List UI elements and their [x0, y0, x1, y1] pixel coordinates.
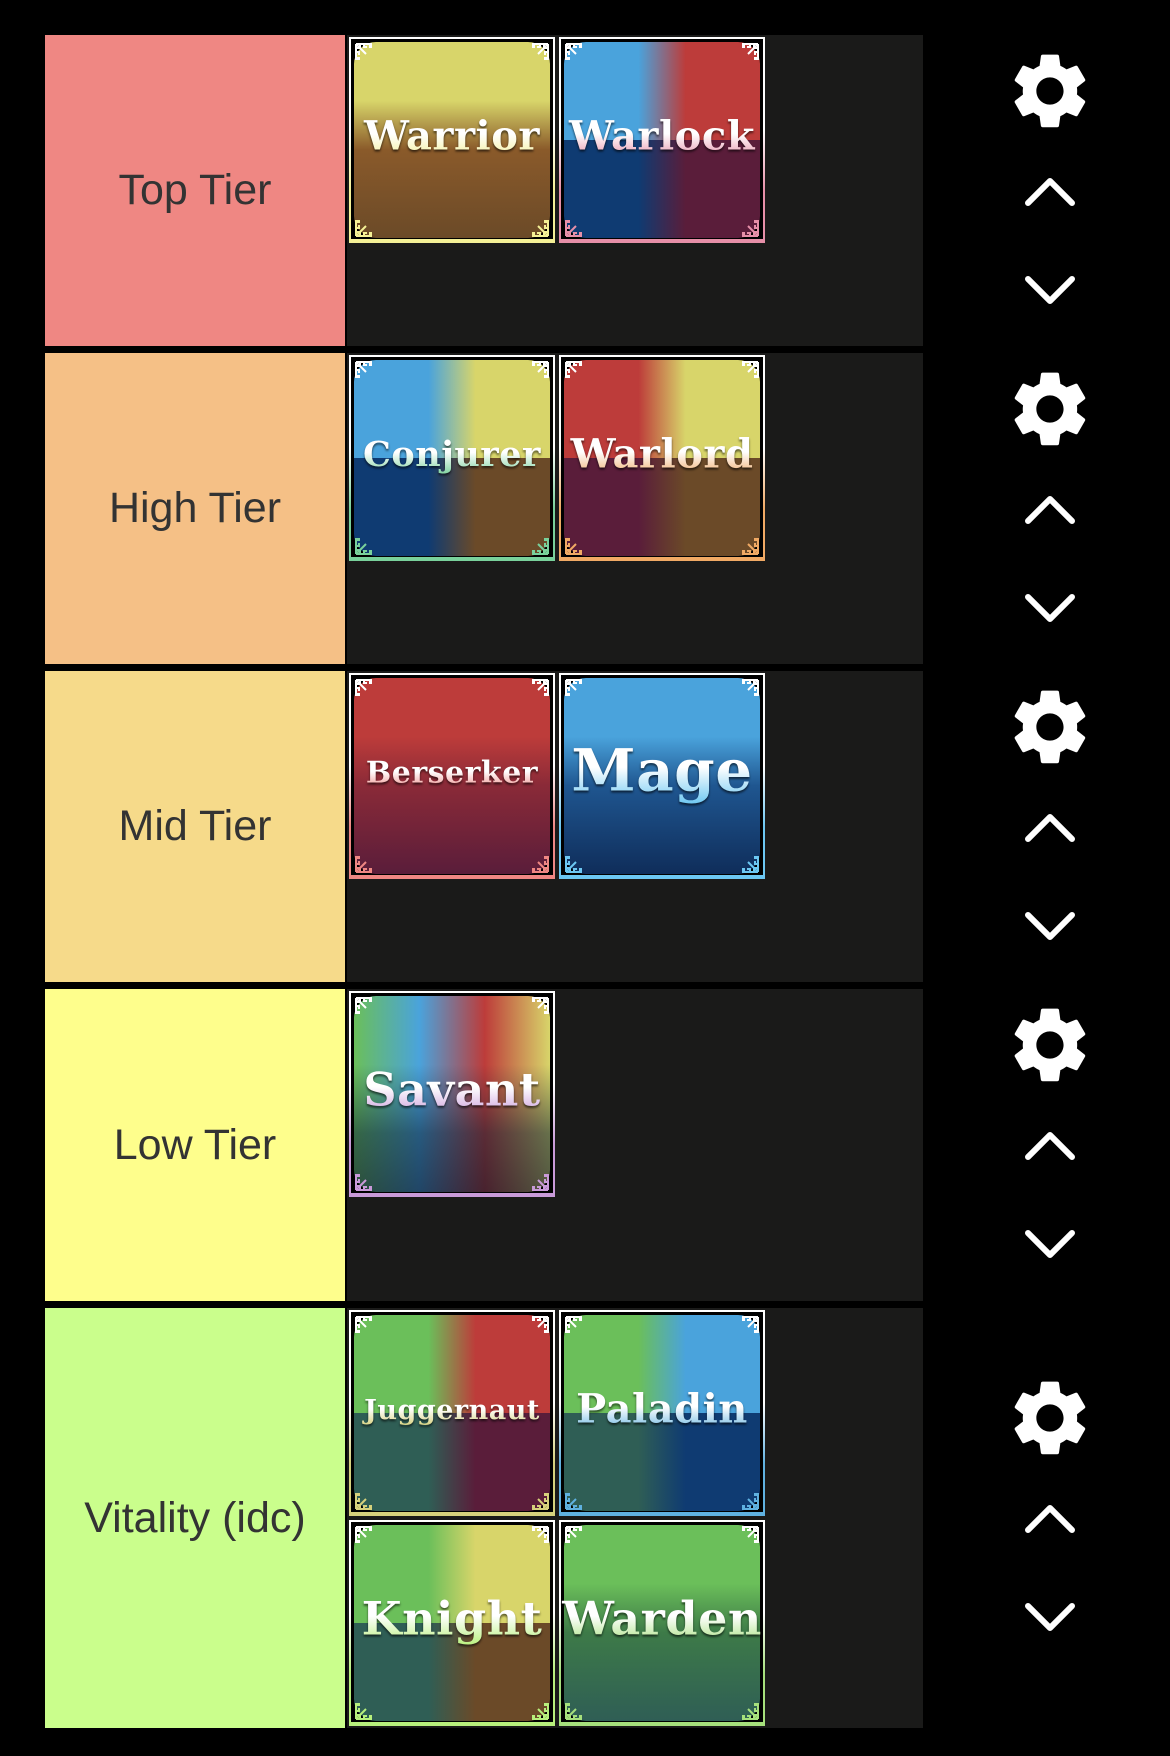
tier-items-dropzone[interactable]: Warrior Warlock [347, 35, 923, 346]
tier-label[interactable]: Top Tier [45, 35, 345, 346]
chevron-down-icon [1025, 593, 1075, 622]
gear-icon [1014, 54, 1086, 127]
gear-icon [1014, 372, 1086, 445]
tier-settings-button[interactable] [1008, 1376, 1092, 1460]
gear-icon [1014, 1381, 1086, 1455]
tier-item-mage[interactable]: Mage [559, 673, 765, 879]
tier-items-dropzone[interactable]: Savant [347, 989, 923, 1301]
tier-item-warden[interactable]: Warden [559, 1520, 765, 1726]
tier-items-dropzone[interactable]: Conjurer Warlord [347, 353, 923, 664]
tier-item-paladin[interactable]: Paladin [559, 1310, 765, 1516]
move-tier-down-button[interactable] [1020, 1211, 1080, 1271]
tier-row-low-tier: Low Tier Savant [45, 989, 1170, 1301]
gear-icon [1014, 690, 1086, 763]
tier-item-warlord[interactable]: Warlord [559, 355, 765, 561]
tier-row-top-tier: Top Tier Warrior Warlock [45, 35, 1170, 346]
move-tier-up-button[interactable] [1020, 165, 1080, 225]
chevron-down-icon [1025, 911, 1075, 940]
tier-items-dropzone[interactable]: Berserker Mage [347, 671, 923, 982]
tier-settings-button[interactable] [1008, 49, 1092, 133]
chevron-down-icon [1025, 1603, 1075, 1631]
tier-label[interactable]: Vitality (idc) [45, 1308, 345, 1728]
chevron-down-icon [1025, 275, 1075, 304]
tier-settings-button[interactable] [1008, 1003, 1092, 1087]
tier-item-berserker[interactable]: Berserker [349, 673, 555, 879]
tier-controls [975, 1308, 1125, 1728]
tier-controls [975, 671, 1125, 982]
tier-row-mid-tier: Mid Tier Berserker Mage [45, 671, 1170, 982]
move-tier-down-button[interactable] [1020, 575, 1080, 635]
move-tier-up-button[interactable] [1020, 483, 1080, 543]
item-name: Savant [351, 1063, 553, 1117]
chevron-up-icon [1025, 813, 1075, 842]
chevron-up-icon [1025, 495, 1075, 524]
item-name: Mage [561, 737, 763, 805]
move-tier-down-button[interactable] [1020, 257, 1080, 317]
item-name: Juggernaut [351, 1395, 553, 1426]
tier-controls [975, 989, 1125, 1301]
chevron-down-icon [1025, 1230, 1075, 1258]
move-tier-down-button[interactable] [1020, 1584, 1080, 1644]
tier-settings-button[interactable] [1008, 685, 1092, 769]
tier-item-conjurer[interactable]: Conjurer [349, 355, 555, 561]
tier-label-text: Mid Tier [118, 802, 272, 850]
item-name: Warlord [561, 431, 763, 478]
item-name: Berserker [351, 756, 553, 791]
tier-item-knight[interactable]: Knight [349, 1520, 555, 1726]
move-tier-up-button[interactable] [1020, 1492, 1080, 1552]
tier-items-dropzone[interactable]: Juggernaut Paladin Knight Warden [347, 1308, 923, 1728]
item-name: Conjurer [351, 434, 553, 475]
tier-row-vitality-idc: Vitality (idc) Juggernaut Paladin Knight Wa… [45, 1308, 1170, 1728]
tier-item-savant[interactable]: Savant [349, 991, 555, 1197]
tier-controls [975, 353, 1125, 664]
tier-list: Top Tier Warrior Warlock High Tier Conjur… [45, 35, 1170, 1735]
move-tier-up-button[interactable] [1020, 1119, 1080, 1179]
tier-item-warrior[interactable]: Warrior [349, 37, 555, 243]
tier-label-text: Top Tier [118, 166, 272, 214]
tier-label-text: Low Tier [113, 1120, 277, 1169]
chevron-up-icon [1025, 177, 1075, 206]
move-tier-down-button[interactable] [1020, 893, 1080, 953]
chevron-up-icon [1025, 1132, 1075, 1160]
move-tier-up-button[interactable] [1020, 801, 1080, 861]
chevron-up-icon [1025, 1505, 1075, 1533]
tier-item-warlock[interactable]: Warlock [559, 37, 765, 243]
tier-label[interactable]: High Tier [45, 353, 345, 664]
tier-item-juggernaut[interactable]: Juggernaut [349, 1310, 555, 1516]
tier-settings-button[interactable] [1008, 367, 1092, 451]
tier-label-text: High Tier [108, 484, 282, 532]
item-name: Warrior [351, 113, 553, 160]
tier-label-text: Vitality (idc) [84, 1493, 306, 1542]
tier-label[interactable]: Mid Tier [45, 671, 345, 982]
item-name: Warlock [561, 113, 763, 160]
item-name: Knight [351, 1592, 553, 1646]
tier-controls [975, 35, 1125, 346]
tier-row-high-tier: High Tier Conjurer Warlord [45, 353, 1170, 664]
item-name: Paladin [561, 1386, 763, 1433]
tier-label[interactable]: Low Tier [45, 989, 345, 1301]
item-name: Warden [562, 1591, 762, 1646]
gear-icon [1014, 1008, 1086, 1082]
